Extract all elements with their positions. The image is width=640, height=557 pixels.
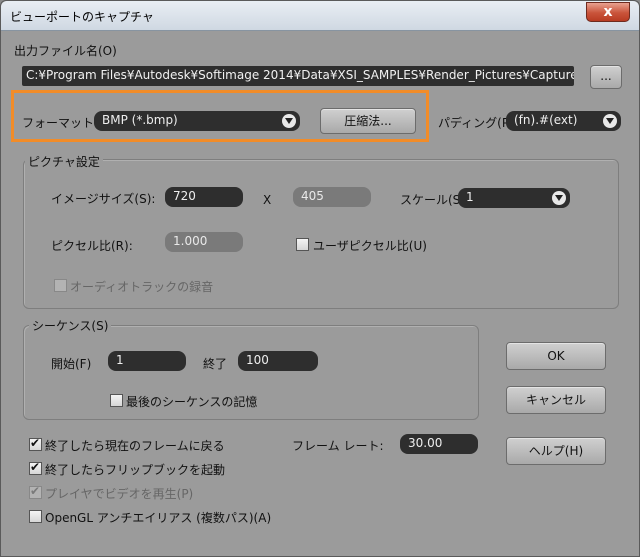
launch-flipbook-label: 終了したらフリップブックを起動 bbox=[45, 463, 226, 477]
compression-button[interactable]: 圧縮法... bbox=[320, 108, 416, 134]
opengl-aa-checkbox[interactable] bbox=[29, 510, 42, 523]
size-separator-x: X bbox=[263, 193, 272, 207]
padding-dropdown[interactable]: (fn).#(ext) bbox=[506, 111, 621, 131]
return-frame-label: 終了したら現在のフレームに戻る bbox=[45, 439, 225, 453]
output-file-label: 出力ファイル名(O) bbox=[14, 44, 117, 58]
end-frame-input[interactable]: 100 bbox=[238, 351, 318, 371]
padding-value: (fn).#(ext) bbox=[514, 113, 578, 127]
scale-label: スケール(S) bbox=[400, 193, 465, 207]
sequence-title: シーケンス(S) bbox=[29, 317, 112, 334]
return-frame-checkbox[interactable] bbox=[29, 436, 42, 451]
image-size-label: イメージサイズ(S): bbox=[51, 192, 156, 206]
close-icon: x bbox=[603, 4, 613, 20]
browse-button[interactable]: ... bbox=[590, 65, 622, 89]
user-pixel-ratio-checkbox[interactable] bbox=[296, 238, 309, 251]
title-bar[interactable]: ビューポートのキャプチャ x bbox=[1, 1, 639, 31]
scale-value: 1 bbox=[466, 190, 474, 204]
chevron-down-icon bbox=[282, 114, 296, 128]
padding-label: パディング(P) bbox=[438, 116, 514, 130]
launch-flipbook-checkbox[interactable] bbox=[29, 460, 42, 475]
help-button[interactable]: ヘルプ(H) bbox=[506, 437, 606, 465]
image-width-input[interactable]: 720 bbox=[165, 187, 243, 207]
audio-track-label: オーディオトラックの録音 bbox=[70, 280, 214, 294]
start-label: 開始(F) bbox=[51, 357, 92, 371]
picture-settings-title: ピクチャ設定 bbox=[25, 153, 103, 170]
start-frame-input[interactable]: 1 bbox=[108, 351, 186, 371]
end-label: 終了 bbox=[203, 357, 228, 371]
remember-sequence-checkbox[interactable] bbox=[110, 394, 123, 407]
dialog-body: 出力ファイル名(O) C:¥Program Files¥Autodesk¥Sof… bbox=[8, 32, 633, 552]
opengl-aa-label: OpenGL アンチエイリアス (複数パス)(A) bbox=[45, 511, 272, 525]
remember-sequence-label: 最後のシーケンスの記憶 bbox=[126, 395, 258, 409]
audio-track-checkbox[interactable] bbox=[54, 279, 67, 292]
output-path-input[interactable]: C:¥Program Files¥Autodesk¥Softimage 2014… bbox=[22, 66, 574, 86]
image-height-input[interactable]: 405 bbox=[293, 187, 371, 207]
pixel-ratio-label: ピクセル比(R): bbox=[51, 239, 133, 253]
chevron-down-icon bbox=[603, 114, 617, 128]
cancel-button[interactable]: キャンセル bbox=[506, 386, 606, 414]
chevron-down-icon bbox=[552, 191, 566, 205]
pixel-ratio-input[interactable]: 1.000 bbox=[165, 232, 243, 252]
play-video-label: プレイヤでビデオを再生(P) bbox=[45, 487, 194, 501]
format-value: BMP (*.bmp) bbox=[102, 113, 178, 127]
frame-rate-label: フレーム レート: bbox=[292, 439, 384, 453]
close-button[interactable]: x bbox=[586, 2, 630, 22]
format-dropdown[interactable]: BMP (*.bmp) bbox=[94, 111, 300, 131]
window-title: ビューポートのキャプチャ bbox=[10, 10, 154, 24]
scale-dropdown[interactable]: 1 bbox=[458, 188, 570, 208]
capture-dialog: ビューポートのキャプチャ x 出力ファイル名(O) C:¥Program Fil… bbox=[0, 0, 640, 557]
frame-rate-input[interactable]: 30.00 bbox=[400, 434, 478, 454]
play-video-checkbox[interactable] bbox=[29, 484, 42, 499]
user-pixel-ratio-label: ユーザピクセル比(U) bbox=[313, 239, 427, 253]
ok-button[interactable]: OK bbox=[506, 342, 606, 370]
